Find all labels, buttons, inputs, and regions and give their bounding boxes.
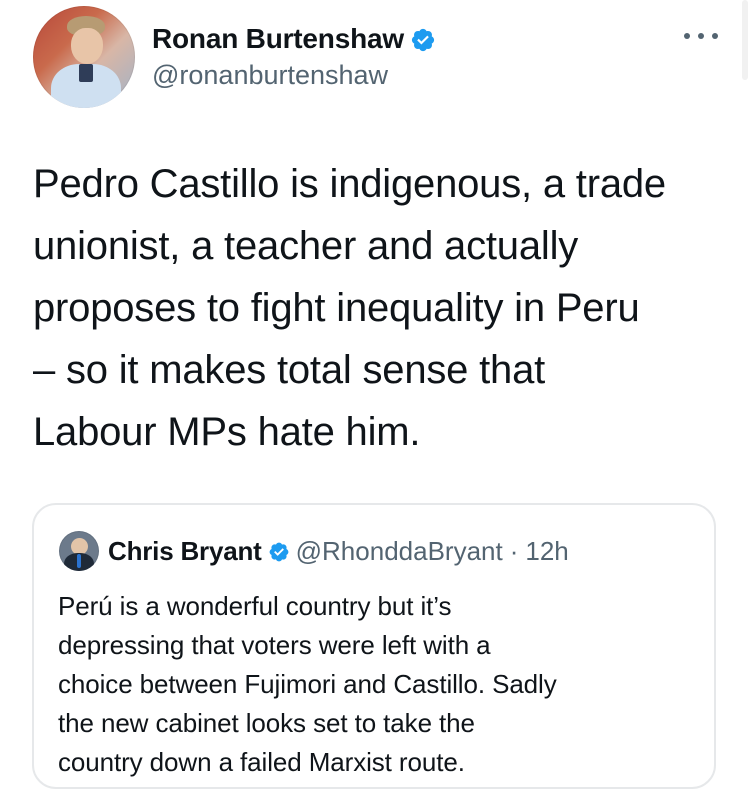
author-display-name[interactable]: Ronan Burtenshaw [152,22,404,56]
quoted-author-avatar-tie [77,554,81,568]
scrollbar[interactable] [742,0,748,80]
tweet-text: Pedro Castillo is indigenous, a trade un… [33,162,666,454]
author-handle[interactable]: @ronanburtenshaw [152,58,388,92]
quoted-display-name[interactable]: Chris Bryant [108,534,262,568]
more-horizontal-icon-dot [712,33,718,39]
more-options-button[interactable] [684,27,718,45]
author-avatar[interactable] [33,6,135,108]
quoted-tweet-text: Perú is a wonderful country but it’s dep… [58,591,557,777]
author-avatar-collar [79,64,93,82]
quoted-timestamp[interactable]: 12h [525,534,568,568]
timestamp-separator: · [509,536,519,566]
more-horizontal-icon [684,33,690,39]
quoted-handle[interactable]: @RhonddaBryant [296,534,503,568]
more-horizontal-icon-dot [698,33,704,39]
verified-badge-icon [269,542,289,562]
quoted-tweet-header: Chris Bryant @RhonddaBryant · 12h [108,534,569,568]
quoted-author-avatar[interactable] [59,531,99,571]
author-avatar-face [71,28,103,64]
verified-badge-icon [411,28,435,52]
tweet-card: Ronan Burtenshaw @ronanburtenshaw Pedro … [0,0,750,800]
author-name-row[interactable]: Ronan Burtenshaw [152,22,436,56]
quoted-tweet-card[interactable]: Chris Bryant @RhonddaBryant · 12h Perú i… [32,503,716,789]
